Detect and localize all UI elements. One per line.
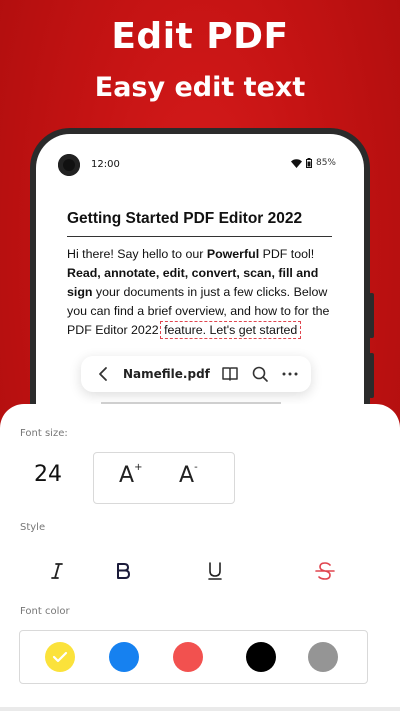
plus-icon: + — [134, 461, 143, 473]
bold-button[interactable] — [108, 556, 138, 586]
decrease-font-label: A — [179, 463, 195, 488]
doc-text: Hi there! Say hello to our — [67, 247, 207, 261]
selected-text[interactable]: feature. Let's get started — [160, 321, 302, 339]
file-toolbar: Namefile.pdf — [81, 356, 311, 392]
doc-text-bold: Powerful — [206, 247, 260, 261]
underline-icon — [208, 562, 222, 580]
bottom-edge — [0, 707, 400, 711]
phone-side-button — [369, 293, 374, 338]
camera-icon — [58, 154, 80, 176]
status-icons: 85% — [290, 158, 336, 168]
battery-percent: 85% — [315, 158, 336, 168]
document-title[interactable]: Getting Started PDF Editor 2022 — [67, 210, 332, 237]
more-icon[interactable] — [281, 365, 299, 383]
color-swatch-gray[interactable] — [308, 642, 338, 672]
phone-screen: 12:00 85% Getting Started PDF Editor 202… — [36, 134, 364, 428]
color-swatch-red[interactable] — [173, 642, 203, 672]
hero-subtitle: Easy edit text — [94, 72, 306, 103]
file-name: Namefile.pdf — [123, 367, 210, 381]
underline-button[interactable] — [200, 556, 230, 586]
status-bar: 12:00 85% — [36, 154, 364, 178]
strikethrough-icon — [315, 562, 335, 580]
minus-icon: - — [194, 461, 198, 473]
italic-button[interactable] — [42, 556, 72, 586]
strikethrough-button[interactable] — [310, 556, 340, 586]
book-icon[interactable] — [221, 365, 239, 383]
color-swatch-yellow[interactable] — [45, 642, 75, 672]
wifi-icon — [290, 158, 302, 168]
font-size-value: 24 — [34, 462, 62, 487]
document-page: Getting Started PDF Editor 2022 Hi there… — [67, 210, 332, 340]
phone-side-button — [369, 353, 374, 398]
check-icon — [52, 651, 68, 663]
font-color-label: Font color — [20, 606, 70, 617]
doc-text: PDF tool! — [259, 247, 315, 261]
style-label: Style — [20, 522, 46, 533]
decrease-font-button[interactable]: A- — [179, 461, 198, 488]
text-edit-sheet: Font size: 24 A+ A- Style Font color — [0, 404, 400, 711]
hero-title: Edit PDF — [111, 16, 289, 57]
increase-font-label: A — [119, 463, 135, 488]
back-icon[interactable] — [95, 365, 113, 383]
battery-icon — [305, 158, 312, 168]
status-time: 12:00 — [91, 159, 120, 170]
bold-icon — [117, 563, 130, 579]
italic-icon — [51, 563, 63, 579]
document-body[interactable]: Hi there! Say hello to our Powerful PDF … — [67, 245, 332, 340]
font-color-picker — [19, 630, 368, 684]
font-size-label: Font size: — [20, 428, 68, 439]
search-icon[interactable] — [251, 365, 269, 383]
font-size-stepper: A+ A- — [93, 452, 235, 504]
color-swatch-black[interactable] — [246, 642, 276, 672]
color-swatch-blue[interactable] — [109, 642, 139, 672]
phone-frame: 12:00 85% Getting Started PDF Editor 202… — [30, 128, 374, 428]
increase-font-button[interactable]: A+ — [119, 461, 143, 488]
